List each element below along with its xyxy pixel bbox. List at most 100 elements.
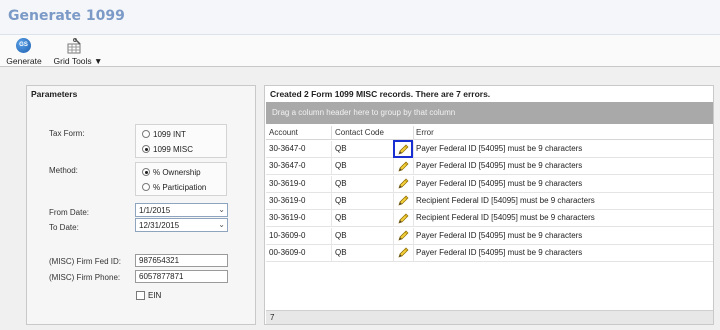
edit-button[interactable] [394, 228, 412, 244]
method-radio-group: % Ownership % Participation [135, 162, 227, 196]
contact-code-cell: QB [335, 230, 347, 240]
grid-tools-label: Grid Tools ▼ [53, 56, 103, 66]
contact-code-cell: QB [335, 178, 347, 188]
pencil-icon [397, 247, 408, 258]
radio-label: 1099 MISC [153, 144, 194, 154]
parameters-heading: Parameters [31, 89, 78, 99]
radio-circle [142, 183, 150, 191]
to-date-value: 12/31/2015 [139, 221, 180, 230]
cell-divider [413, 227, 414, 245]
error-cell: Payer Federal ID [54095] must be 9 chara… [416, 247, 583, 257]
chevron-down-icon[interactable]: ⌄ [218, 204, 225, 215]
toolbar: GS Generate Grid Tools ▼ [0, 35, 720, 67]
pencil-icon [397, 178, 408, 189]
table-row[interactable]: 30-3619-0 QB Payer Federal ID [54095] must… [266, 175, 713, 193]
table-row[interactable]: 30-3647-0 QB Payer Federal ID [54095] must… [266, 140, 713, 158]
cell-divider [331, 244, 332, 262]
status-message: Created 2 Form 1099 MISC records. There … [270, 89, 491, 99]
radio-1099-misc[interactable]: 1099 MISC [142, 143, 193, 155]
cell-divider [413, 192, 414, 210]
cell-divider [331, 210, 332, 228]
page-title: Generate 1099 [8, 8, 125, 24]
column-header-account[interactable]: Account [269, 128, 298, 137]
checkbox-box [136, 291, 145, 300]
radio-label: % Ownership [153, 167, 201, 177]
radio-label: 1099 INT [153, 129, 186, 139]
pencil-icon [397, 195, 408, 206]
edit-button[interactable] [394, 158, 412, 174]
pencil-icon [397, 230, 408, 241]
from-date-label: From Date: [49, 208, 90, 217]
grid-footer-count: 7 [266, 310, 713, 324]
table-row[interactable]: 30-3647-0 QB Payer Federal ID [54095] must… [266, 158, 713, 176]
radio-participation[interactable]: % Participation [142, 181, 206, 193]
account-cell: 00-3609-0 [269, 247, 306, 257]
cell-divider [413, 210, 414, 228]
generate-icon: GS [16, 38, 31, 53]
cell-divider [331, 192, 332, 210]
radio-ownership[interactable]: % Ownership [142, 166, 201, 178]
from-date-value: 1/1/2015 [139, 206, 171, 215]
ein-checkbox[interactable]: EIN [136, 291, 161, 300]
group-by-panel[interactable]: Drag a column header here to group by th… [266, 102, 713, 124]
error-cell: Payer Federal ID [54095] must be 9 chara… [416, 161, 583, 171]
account-cell: 30-3647-0 [269, 161, 306, 171]
account-cell: 30-3619-0 [269, 213, 306, 223]
firm-phone-field[interactable]: 6057877871 [135, 270, 228, 283]
table-row[interactable]: 10-3609-0 QB Payer Federal ID [54095] must… [266, 227, 713, 245]
edit-button[interactable] [394, 210, 412, 226]
ein-label: EIN [148, 291, 162, 300]
edit-button[interactable] [394, 245, 412, 261]
title-bar: Generate 1099 [0, 0, 720, 35]
cell-divider [331, 227, 332, 245]
generate-label: Generate [6, 56, 42, 66]
tax-form-label: Tax Form: [49, 129, 85, 138]
contact-code-cell: QB [335, 213, 347, 223]
grid-header: Account Contact Code Error [266, 126, 713, 140]
results-panel: Created 2 Form 1099 MISC records. There … [264, 85, 714, 325]
cell-divider [331, 175, 332, 193]
to-date-label: To Date: [49, 223, 79, 232]
cell-divider [413, 141, 414, 158]
table-row[interactable]: 30-3619-0 QB Recipient Federal ID [54095] … [266, 210, 713, 228]
to-date-input[interactable]: 12/31/2015 ⌄ [135, 218, 228, 232]
method-label: Method: [49, 166, 78, 175]
pencil-icon [397, 213, 408, 224]
cell-divider [413, 244, 414, 262]
contact-code-cell: QB [335, 161, 347, 171]
error-cell: Recipient Federal ID [54095] must be 9 c… [416, 195, 595, 205]
edit-button[interactable] [394, 176, 412, 192]
generate-button[interactable]: GS Generate [4, 37, 44, 66]
column-divider[interactable] [413, 126, 414, 140]
edit-button[interactable] [393, 140, 413, 158]
tax-form-radio-group: 1099 INT 1099 MISC [135, 124, 227, 158]
column-divider[interactable] [331, 126, 332, 140]
cell-divider [331, 158, 332, 176]
contact-code-cell: QB [335, 144, 347, 153]
edit-button[interactable] [394, 193, 412, 209]
grid-tools-button[interactable]: Grid Tools ▼ [50, 37, 106, 66]
radio-circle [142, 130, 150, 138]
contact-code-cell: QB [335, 195, 347, 205]
account-cell: 30-3619-0 [269, 195, 306, 205]
column-header-error[interactable]: Error [416, 128, 434, 137]
table-row[interactable]: 30-3619-0 QB Recipient Federal ID [54095] … [266, 192, 713, 210]
account-cell: 30-3647-0 [269, 144, 306, 153]
account-cell: 10-3609-0 [269, 230, 306, 240]
error-cell: Payer Federal ID [54095] must be 9 chara… [416, 178, 583, 188]
from-date-input[interactable]: 1/1/2015 ⌄ [135, 203, 228, 217]
column-header-contact-code[interactable]: Contact Code [335, 128, 384, 137]
radio-circle-selected [142, 168, 150, 176]
chevron-down-icon[interactable]: ⌄ [218, 219, 225, 230]
cell-divider [413, 158, 414, 176]
parameters-panel: Parameters Tax Form: 1099 INT 1099 MISC … [26, 85, 256, 325]
account-cell: 30-3619-0 [269, 178, 306, 188]
pencil-icon [397, 144, 408, 155]
radio-circle-selected [142, 145, 150, 153]
grid-tools-icon [67, 38, 81, 54]
contact-code-cell: QB [335, 247, 347, 257]
firm-fed-id-field[interactable]: 987654321 [135, 254, 228, 267]
radio-label: % Participation [153, 182, 207, 192]
table-row[interactable]: 00-3609-0 QB Payer Federal ID [54095] must… [266, 244, 713, 262]
radio-1099-int[interactable]: 1099 INT [142, 128, 186, 140]
